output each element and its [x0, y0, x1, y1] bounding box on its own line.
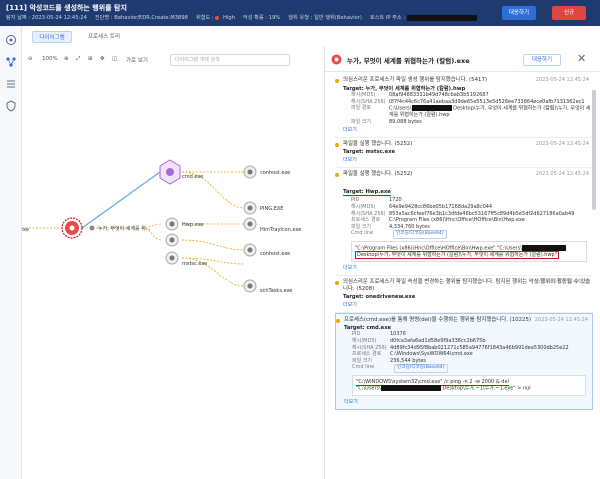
graph-label-conhost1: conhost.exe — [260, 170, 290, 176]
graph-node-main-badge — [89, 225, 95, 231]
redacted-host-ip — [406, 14, 477, 21]
graph-label-schtasks: schTasks.exe — [260, 288, 292, 294]
tab-process-tree[interactable]: 프로세스 트리 — [82, 31, 126, 43]
panel-respond-button[interactable]: 대응하기 — [523, 54, 561, 66]
list-icon[interactable] — [5, 78, 17, 90]
zoom-out-icon[interactable]: ⊖ — [28, 56, 33, 62]
graph-canvas: exe 누가, 무엇이 세계를 위... cmd.exe Hwp.exe mst… — [20, 159, 301, 294]
graph-label-ping: PING.EXE — [260, 206, 283, 212]
detail-panel-header: 누가, 무엇이 세계를 위협하는가 (칼럼).exe 대응하기 ✕ — [325, 46, 600, 72]
event-card[interactable]: 파일을 실행 했습니다. (5252) 2023-05-24 12:45:24 … — [335, 138, 593, 169]
host-ip: 호스트 IP 주소 : — [370, 14, 477, 21]
alert-meta: 탐지 날짜 : 2023-05-24 12:45:24 진단명 : Behavi… — [6, 14, 477, 21]
graph-node-ping[interactable] — [243, 201, 257, 215]
layout-icon[interactable]: ◫ — [112, 56, 117, 62]
alert-title: [111] 악성코드를 생성하는 행위를 탐지 — [6, 4, 127, 12]
cmdline-box: "C:\WINDOWS\system32\cmd.exe" /c ping -n… — [352, 374, 586, 397]
target-icon[interactable] — [5, 34, 17, 46]
event-card[interactable]: 의심스러운 프로세스가 파일 생성 행위를 탐지했습니다. (5417) 202… — [335, 74, 593, 139]
malicious-probability: 악성 확률 : 19% — [242, 15, 281, 21]
more-link[interactable]: 더보기 — [343, 156, 593, 163]
event-card-selected[interactable]: 프로세스(cmd.exe)를 통해 명령(del)을 수행하는 행위를 탐지했습… — [335, 313, 593, 411]
side-icon-strip — [0, 26, 22, 479]
detail-panel-title: 누가, 무엇이 세계를 위협하는가 (칼럼).exe — [347, 57, 470, 65]
graph-node-cmd[interactable] — [159, 159, 181, 185]
graph-search-input[interactable]: 다이어그램 개체 검색 — [170, 54, 290, 66]
decode-button[interactable]: 인코딩/디코딩(Base64) — [393, 230, 447, 240]
graph-label-cmd: cmd.exe — [182, 174, 203, 180]
warning-dot-icon — [336, 319, 340, 324]
graph-toolbar: ⊖ 100% ⊕ ⤢ ⊞ ✥ ◫ 가로 보기 다이어그램 개체 검색 — [22, 52, 322, 68]
detail-panel: 누가, 무엇이 세계를 위협하는가 (칼럼).exe 대응하기 ✕ 의심스러운 … — [324, 46, 600, 479]
behavior-type: 행위 유형 : 일반 행위(Behavior) — [288, 15, 362, 21]
fit-icon[interactable]: ⤢ — [76, 56, 80, 63]
graph-label-tray: HimTrayIcon.exe — [260, 227, 301, 233]
tab-diagram[interactable]: 다이어그램 — [32, 31, 72, 43]
warning-dot-icon — [335, 173, 339, 178]
shield-icon[interactable] — [5, 100, 17, 112]
close-icon[interactable]: ✕ — [577, 52, 586, 65]
event-card[interactable]: 파일을 실행 했습니다. (5252) 2023-05-24 12:45:24 … — [335, 168, 593, 277]
graph-label-exe: exe — [22, 227, 29, 233]
more-link[interactable]: 더보기 — [343, 301, 593, 308]
warning-dot-icon — [335, 79, 339, 83]
horizontal-view-toggle[interactable]: 가로 보기 — [126, 56, 148, 64]
graph-node-mstsc[interactable] — [165, 251, 179, 265]
graph-label-conhost3: conhost.exe — [260, 251, 290, 257]
graph-label-main: 누가, 무엇이 세계를 위... — [98, 225, 151, 232]
more-link[interactable]: 더보기 — [343, 264, 593, 271]
view-tabs: 다이어그램 프로세스 트리 — [22, 26, 322, 46]
graph-edge-highlight — [81, 171, 161, 229]
alert-header: [111] 악성코드를 생성하는 행위를 탐지 탐지 날짜 : 2023-05-… — [0, 0, 600, 26]
decode-button[interactable]: 인코딩/디코딩(Base64) — [394, 364, 448, 373]
more-link[interactable]: 더보기 — [344, 398, 592, 405]
risk-dot-icon — [215, 15, 220, 20]
respond-dropdown-button[interactable]: 대응하기 — [502, 6, 536, 20]
more-link[interactable]: 더보기 — [343, 126, 593, 133]
zoom-in-icon[interactable]: ⊕ — [64, 56, 69, 62]
malware-icon — [331, 54, 342, 65]
detector-name: 진단명 : Behavior/EDR.Create.M3898 — [94, 15, 188, 21]
graph-node-conhost1[interactable] — [243, 165, 257, 179]
detect-time: 탐지 날짜 : 2023-05-24 12:45:24 — [6, 15, 87, 21]
risk-level: 위험도 : High — [195, 15, 235, 21]
new-dropdown-button[interactable]: 신규 — [552, 6, 586, 20]
move-icon[interactable]: ✥ — [100, 56, 105, 62]
graph-label-hwp: Hwp.exe — [182, 222, 203, 228]
diagram-icon[interactable] — [5, 56, 17, 68]
grid-icon[interactable]: ⊞ — [88, 56, 93, 62]
graph-node-hwp-child[interactable] — [243, 217, 257, 231]
graph-label-mstsc: mstsc.exe — [182, 261, 207, 267]
process-graph: exe 누가, 무엇이 세계를 위... cmd.exe Hwp.exe mst… — [20, 68, 324, 479]
event-card[interactable]: 의심스러운 프로세스가 파일 속성을 변경하는 행위를 탐지했습니다. 탐지된 … — [335, 276, 593, 314]
zoom-level[interactable]: 100% — [42, 56, 58, 62]
warning-dot-icon — [335, 281, 339, 286]
graph-node-hwp[interactable] — [165, 217, 179, 231]
graph-node-conhost3[interactable] — [243, 243, 257, 257]
panel-scrollbar[interactable] — [592, 90, 596, 210]
warning-dot-icon — [335, 143, 339, 148]
cmdline-box: "C:\Program Files (x86)\Hnc\Office\HOffi… — [351, 241, 587, 263]
graph-node-hwp2[interactable] — [165, 233, 179, 247]
graph-node-schtasks[interactable] — [243, 279, 257, 293]
graph-node-main[interactable] — [61, 217, 83, 239]
event-feed: 의심스러운 프로세스가 파일 생성 행위를 탐지했습니다. (5417) 202… — [335, 74, 593, 479]
